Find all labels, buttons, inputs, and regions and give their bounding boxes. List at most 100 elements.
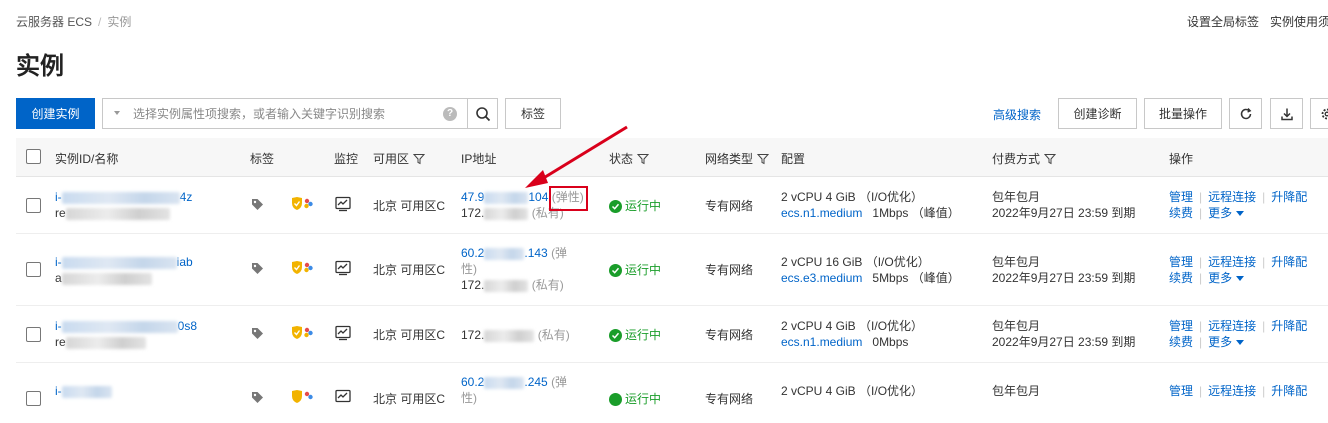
table-row: i-iab a 北京 可用区C 60.2.143 (弹 性) 172. (私有)… <box>16 234 1328 306</box>
public-ip-link[interactable]: 60.2.143 <box>461 246 548 260</box>
filter-icon[interactable] <box>413 153 425 165</box>
gear-icon <box>1320 107 1328 121</box>
monitor-chart-icon[interactable] <box>335 196 351 217</box>
instance-id-link[interactable]: i-4z <box>55 189 192 205</box>
resize-link[interactable]: 升降配 <box>1271 319 1307 333</box>
manage-link[interactable]: 管理 <box>1169 384 1193 398</box>
private-ip: 172. <box>461 206 528 220</box>
page-title: 实例 <box>16 46 64 81</box>
instance-name: re <box>55 334 197 350</box>
more-dropdown[interactable]: 更多 <box>1208 206 1244 220</box>
tag-icon[interactable] <box>251 327 264 345</box>
column-network[interactable]: 网络类型 <box>705 150 769 167</box>
refresh-button[interactable] <box>1229 98 1262 129</box>
renew-link[interactable]: 续费 <box>1169 335 1193 349</box>
security-shield-icon[interactable] <box>290 261 314 280</box>
manage-link[interactable]: 管理 <box>1169 255 1193 269</box>
bandwidth: 0Mbps <box>872 335 908 349</box>
zone-cell: 北京 可用区C <box>373 198 445 214</box>
expire-time: 2022年9月27日 23:59 到期 <box>992 205 1135 221</box>
settings-button[interactable] <box>1310 98 1328 129</box>
instance-id-link[interactable]: i-0s8 <box>55 318 197 334</box>
more-dropdown[interactable]: 更多 <box>1208 271 1244 285</box>
instance-id-link[interactable]: i-iab <box>55 254 193 270</box>
instance-id-link[interactable]: i- <box>55 383 112 399</box>
column-tags: 标签 <box>250 150 274 167</box>
manage-link[interactable]: 管理 <box>1169 190 1193 204</box>
row-actions: 管理|远程连接|升降配 续费|更多 <box>1169 189 1307 221</box>
table-row: i-4z re 北京 可用区C 47.9104 (弹性) 172. (私有) 运… <box>16 177 1328 234</box>
bandwidth: 5Mbps （峰值） <box>872 271 959 285</box>
ip-cell: 60.2.143 (弹 性) 172. (私有) <box>461 245 567 293</box>
renew-link[interactable]: 续费 <box>1169 271 1193 285</box>
config-main: 2 vCPU 4 GiB （I/O优化） <box>781 318 923 334</box>
config-main: 2 vCPU 16 GiB （I/O优化） <box>781 254 960 270</box>
filter-icon[interactable] <box>637 153 649 165</box>
batch-operations-button[interactable]: 批量操作 <box>1144 98 1222 129</box>
row-checkbox[interactable] <box>26 198 41 213</box>
security-shield-icon[interactable] <box>290 197 314 216</box>
filter-icon[interactable] <box>757 153 769 165</box>
search-box[interactable]: ? <box>102 98 468 129</box>
renew-link[interactable]: 续费 <box>1169 206 1193 220</box>
status-badge: 运行中 <box>609 327 661 343</box>
row-actions: 管理|远程连接|升降配 <box>1169 383 1307 399</box>
monitor-chart-icon[interactable] <box>335 325 351 346</box>
breadcrumb-parent[interactable]: 云服务器 ECS <box>16 15 92 29</box>
filter-icon[interactable] <box>1044 153 1056 165</box>
billing-cell: 包年包月 2022年9月27日 23:59 到期 <box>992 189 1135 221</box>
advanced-search-link[interactable]: 高级搜索 <box>993 106 1041 123</box>
row-checkbox[interactable] <box>26 262 41 277</box>
column-zone[interactable]: 可用区 <box>373 150 425 167</box>
check-circle-icon <box>609 329 622 342</box>
global-tags-link[interactable]: 设置全局标签 <box>1187 15 1259 29</box>
row-actions: 管理|远程连接|升降配 续费|更多 <box>1169 318 1307 350</box>
select-all-checkbox[interactable] <box>26 149 41 164</box>
breadcrumb: 云服务器 ECS / 实例 <box>16 13 131 30</box>
private-ip: 172. <box>461 328 534 342</box>
search-input[interactable] <box>133 104 433 124</box>
breadcrumb-current: 实例 <box>107 15 131 29</box>
instance-type-link[interactable]: ecs.n1.medium <box>781 335 862 349</box>
breadcrumb-separator: / <box>98 15 101 29</box>
zone-cell: 北京 可用区C <box>373 391 445 407</box>
create-diagnosis-button[interactable]: 创建诊断 <box>1058 98 1137 129</box>
expire-time: 2022年9月27日 23:59 到期 <box>992 270 1135 286</box>
tag-icon[interactable] <box>251 391 264 409</box>
remote-connect-link[interactable]: 远程连接 <box>1208 384 1256 398</box>
resize-link[interactable]: 升降配 <box>1271 190 1307 204</box>
row-checkbox[interactable] <box>26 391 41 406</box>
status-badge: 运行中 <box>609 198 661 214</box>
check-circle-icon <box>609 393 622 406</box>
help-icon[interactable]: ? <box>443 107 457 121</box>
config-main: 2 vCPU 4 GiB （I/O优化） <box>781 189 960 205</box>
security-shield-icon[interactable] <box>290 326 314 345</box>
config-cell: 2 vCPU 4 GiB （I/O优化） ecs.n1.medium 0Mbps <box>781 318 923 350</box>
public-ip-link[interactable]: 60.2.245 <box>461 375 548 389</box>
tag-icon[interactable] <box>251 262 264 280</box>
network-cell: 专有网络 <box>705 198 753 214</box>
instance-type-link[interactable]: ecs.e3.medium <box>781 271 862 285</box>
more-dropdown[interactable]: 更多 <box>1208 335 1244 349</box>
remote-connect-link[interactable]: 远程连接 <box>1208 255 1256 269</box>
column-billing[interactable]: 付费方式 <box>992 150 1056 167</box>
tag-icon[interactable] <box>251 198 264 216</box>
table-header: 实例ID/名称 标签 监控 可用区 IP地址 状态 网络类型 配置 付费方式 操… <box>16 138 1328 177</box>
usage-notice-link[interactable]: 实例使用须知 <box>1270 15 1328 29</box>
remote-connect-link[interactable]: 远程连接 <box>1208 319 1256 333</box>
instance-type-link[interactable]: ecs.n1.medium <box>781 206 862 220</box>
instance-id-cell: i-iab a <box>55 254 193 286</box>
create-instance-button[interactable]: 创建实例 <box>16 98 95 129</box>
monitor-chart-icon[interactable] <box>335 260 351 281</box>
manage-link[interactable]: 管理 <box>1169 319 1193 333</box>
download-button[interactable] <box>1270 98 1303 129</box>
search-field-dropdown-icon[interactable] <box>114 111 120 115</box>
row-checkbox[interactable] <box>26 327 41 342</box>
resize-link[interactable]: 升降配 <box>1271 384 1307 398</box>
search-button[interactable] <box>467 98 498 129</box>
private-ip-tag: (私有) <box>532 278 564 292</box>
remote-connect-link[interactable]: 远程连接 <box>1208 190 1256 204</box>
refresh-icon <box>1239 107 1253 121</box>
config-cell: 2 vCPU 16 GiB （I/O优化） ecs.e3.medium 5Mbp… <box>781 254 960 286</box>
resize-link[interactable]: 升降配 <box>1271 255 1307 269</box>
